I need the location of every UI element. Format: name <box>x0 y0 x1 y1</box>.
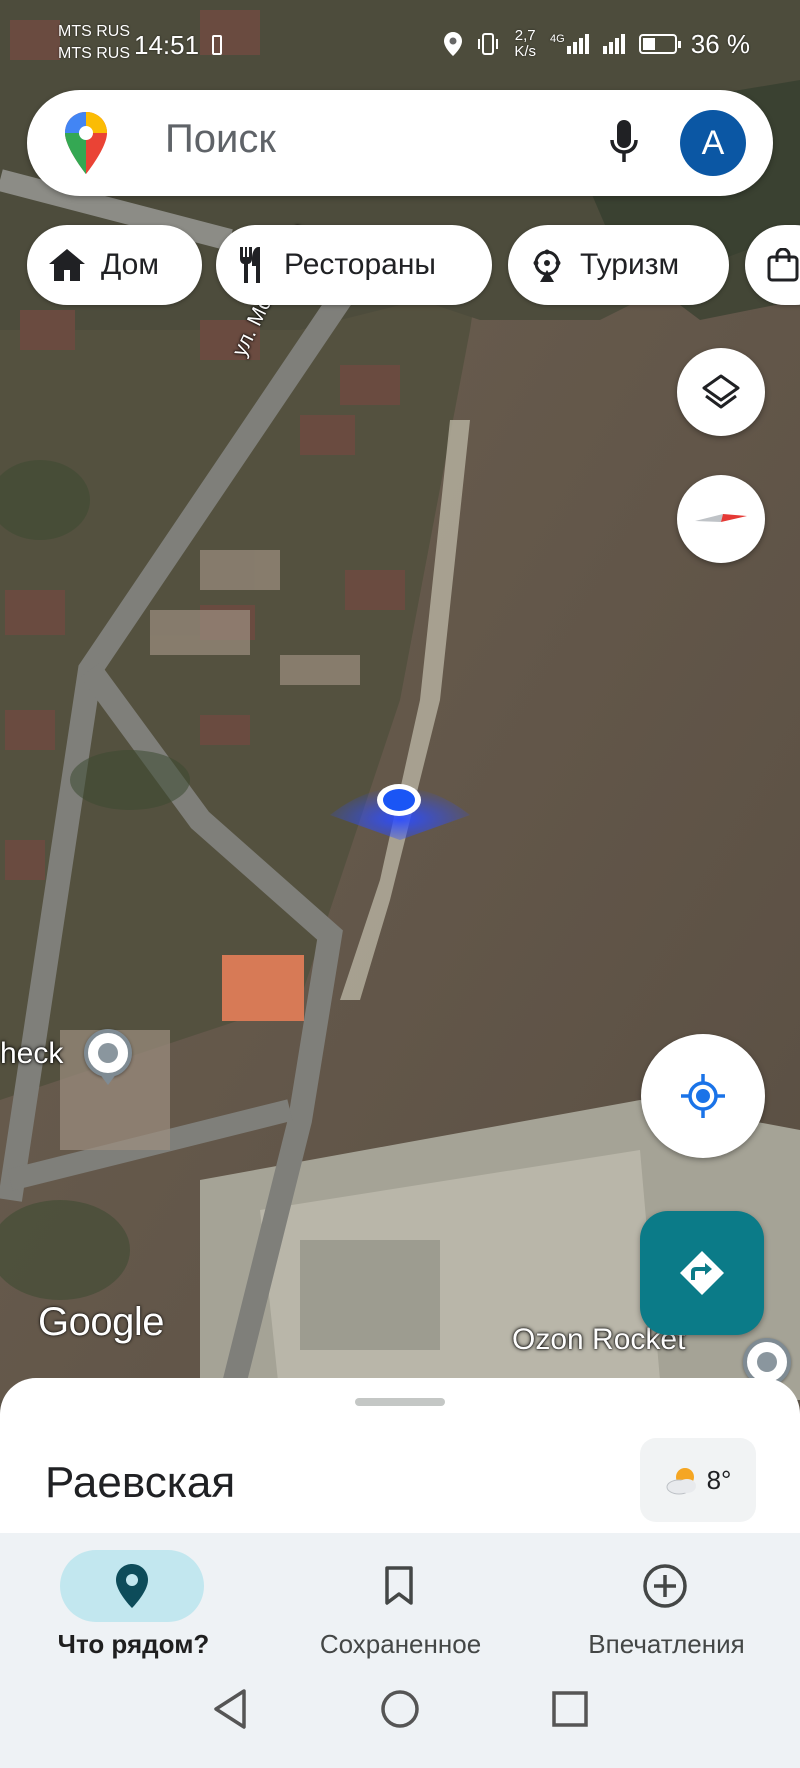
nav-pill <box>327 1550 471 1622</box>
recents-icon[interactable] <box>550 1687 590 1731</box>
nav-explore[interactable]: Что рядом? <box>0 1533 267 1663</box>
chip-label: Туризм <box>580 248 680 281</box>
attraction-icon <box>533 249 561 282</box>
mobile-signal-1: 4G <box>550 34 589 54</box>
weather-chip[interactable]: 8° <box>640 1438 756 1522</box>
home-circle-icon[interactable] <box>380 1687 420 1731</box>
back-icon[interactable] <box>210 1687 250 1731</box>
clock: 14:51 <box>134 30 200 60</box>
poi-label-left[interactable]: heck <box>0 1037 63 1071</box>
layers-button[interactable] <box>677 348 765 436</box>
satellite-imagery <box>0 0 800 1400</box>
network-speed: 2,7 K/s <box>514 28 536 60</box>
google-maps-logo-icon <box>65 112 107 174</box>
search-placeholder[interactable]: Поиск <box>165 117 276 162</box>
google-attribution: Google <box>38 1300 164 1344</box>
poi-dot <box>98 1043 118 1063</box>
location-pin-icon <box>116 1564 148 1608</box>
layers-icon <box>702 374 740 409</box>
vibrate-icon <box>478 33 499 55</box>
add-circle-icon <box>643 1564 687 1608</box>
net-speed-value: 2,7 <box>514 27 536 44</box>
carrier-1: MTS RUS <box>58 23 130 40</box>
location-icon <box>444 32 463 56</box>
home-icon <box>49 249 85 281</box>
nav-pill <box>593 1550 737 1622</box>
chip-restaurants[interactable]: Рестораны <box>216 225 492 305</box>
drag-handle[interactable] <box>355 1398 445 1406</box>
carrier-2: MTS RUS <box>58 45 130 62</box>
partly-cloudy-icon <box>666 1468 696 1495</box>
nav-saved[interactable]: Сохраненное <box>267 1533 534 1663</box>
nav-contribute[interactable]: Впечатления <box>533 1533 800 1663</box>
chip-shopping[interactable] <box>745 225 800 305</box>
search-bar[interactable]: Поиск A <box>27 90 773 196</box>
compass-button[interactable] <box>677 475 765 563</box>
directions-icon <box>680 1251 724 1295</box>
directions-button[interactable] <box>640 1211 764 1335</box>
system-navigation-bar <box>0 1663 800 1768</box>
chip-label: Дом <box>101 248 159 281</box>
my-location-dot[interactable] <box>370 780 428 820</box>
restaurant-icon <box>240 247 260 283</box>
account-avatar[interactable]: A <box>680 110 746 176</box>
bottom-navigation: Что рядом? Сохраненное Впечатления <box>0 1533 800 1663</box>
temperature: 8° <box>706 1464 732 1495</box>
chip-tourism[interactable]: Туризм <box>508 225 729 305</box>
chip-home[interactable]: Дом <box>27 225 202 305</box>
category-chips: Дом Рестораны Туризм <box>27 225 800 305</box>
crosshair-icon <box>681 1074 725 1118</box>
map-view[interactable]: ул. Можайская heck Ozon Rocket Google <box>0 0 800 1400</box>
chip-label: Рестораны <box>284 248 436 281</box>
status-bar: MTS RUS MTS RUS 14:51 2,7 K/s 4G 36 % <box>0 0 800 90</box>
mobile-signal-2 <box>602 34 625 54</box>
battery-level: 36 % <box>690 28 750 59</box>
poi-pin-left[interactable] <box>84 1029 132 1077</box>
place-name: Раевская <box>45 1458 236 1507</box>
bottom-sheet[interactable]: Раевская 8° <box>0 1378 800 1533</box>
shopping-icon <box>767 248 799 282</box>
nav-label: Что рядом? <box>57 1629 210 1659</box>
poi-dot <box>757 1352 777 1372</box>
network-type: 4G <box>550 33 565 45</box>
my-location-button[interactable] <box>641 1034 765 1158</box>
microphone-icon[interactable] <box>609 120 639 166</box>
nav-label: Впечатления <box>588 1629 745 1659</box>
net-speed-unit: K/s <box>514 43 537 60</box>
compass-icon <box>695 514 747 522</box>
nav-pill <box>60 1550 204 1622</box>
battery-icon <box>638 34 681 54</box>
notification-icon <box>212 35 222 55</box>
bookmark-icon <box>385 1566 413 1605</box>
nav-label: Сохраненное <box>319 1629 482 1659</box>
